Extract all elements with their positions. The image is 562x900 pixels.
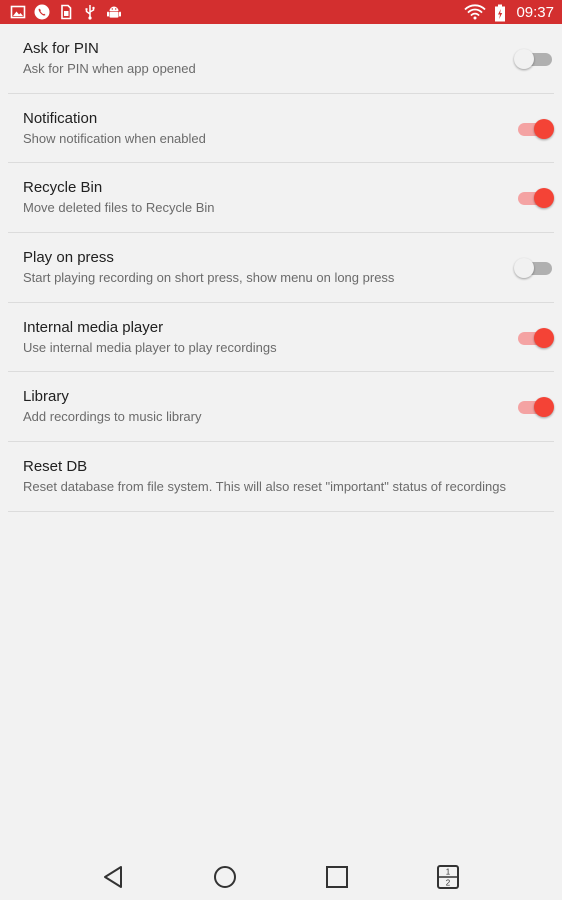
status-time: 09:37 — [516, 3, 554, 21]
android-icon — [106, 4, 122, 20]
setting-summary: Move deleted files to Recycle Bin — [23, 200, 215, 216]
battery-icon — [494, 4, 506, 22]
back-icon[interactable] — [101, 864, 127, 890]
setting-notification[interactable]: Notification Show notification when enab… — [8, 94, 554, 164]
status-right-icons: 09:37 — [464, 3, 554, 22]
setting-summary: Show notification when enabled — [23, 130, 206, 146]
navigation-bar: 1 2 — [0, 852, 562, 900]
switch-thumb — [514, 258, 534, 279]
setting-summary: Ask for PIN when app opened — [23, 61, 196, 76]
setting-ask-for-pin[interactable]: Ask for PIN Ask for PIN when app opened — [8, 24, 554, 94]
recents-icon[interactable] — [324, 864, 350, 890]
setting-title: Ask for PIN — [23, 40, 99, 57]
play-on-press-switch[interactable] — [514, 257, 554, 279]
switch-thumb — [534, 397, 554, 418]
status-left-icons — [10, 4, 122, 20]
internal-media-player-switch[interactable] — [516, 327, 554, 349]
setting-recycle-bin[interactable]: Recycle Bin Move deleted files to Recycl… — [8, 163, 554, 234]
recycle-bin-switch[interactable] — [516, 187, 554, 209]
setting-internal-media-player[interactable]: Internal media player Use internal media… — [8, 303, 554, 373]
phone-icon — [34, 4, 50, 20]
setting-summary: Reset database from file system. This wi… — [23, 479, 506, 495]
home-icon[interactable] — [212, 864, 238, 890]
ask-for-pin-switch[interactable] — [514, 48, 554, 70]
setting-summary: Add recordings to music library — [23, 409, 202, 425]
split-bottom-number: 2 — [446, 879, 451, 888]
usb-icon — [82, 4, 98, 20]
setting-title: Internal media player — [23, 318, 164, 336]
switch-thumb — [534, 118, 554, 139]
settings-list: Ask for PIN Ask for PIN when app opened … — [0, 24, 562, 512]
switch-thumb — [534, 327, 554, 348]
switch-thumb — [534, 188, 554, 209]
setting-play-on-press[interactable]: Play on press Start playing recording on… — [8, 233, 554, 303]
notification-switch[interactable] — [516, 118, 554, 140]
sim-icon — [58, 4, 74, 20]
wifi-icon — [464, 4, 487, 20]
library-switch[interactable] — [516, 396, 554, 418]
setting-title: Reset DB — [23, 458, 88, 476]
switch-thumb — [514, 49, 534, 69]
status-bar: 09:37 — [0, 0, 562, 24]
setting-summary: Use internal media player to play record… — [23, 339, 277, 355]
image-icon — [10, 4, 26, 20]
setting-library[interactable]: Library Add recordings to music library — [8, 372, 554, 443]
setting-summary: Start playing recording on short press, … — [23, 270, 395, 286]
split-screen-icon[interactable]: 1 2 — [435, 864, 461, 890]
setting-title: Play on press — [23, 249, 114, 267]
setting-reset-db[interactable]: Reset DB Reset database from file system… — [8, 442, 554, 512]
setting-title: Notification — [23, 109, 98, 127]
split-top-number: 1 — [446, 868, 451, 877]
setting-title: Recycle Bin — [23, 179, 103, 197]
setting-title: Library — [23, 388, 69, 406]
